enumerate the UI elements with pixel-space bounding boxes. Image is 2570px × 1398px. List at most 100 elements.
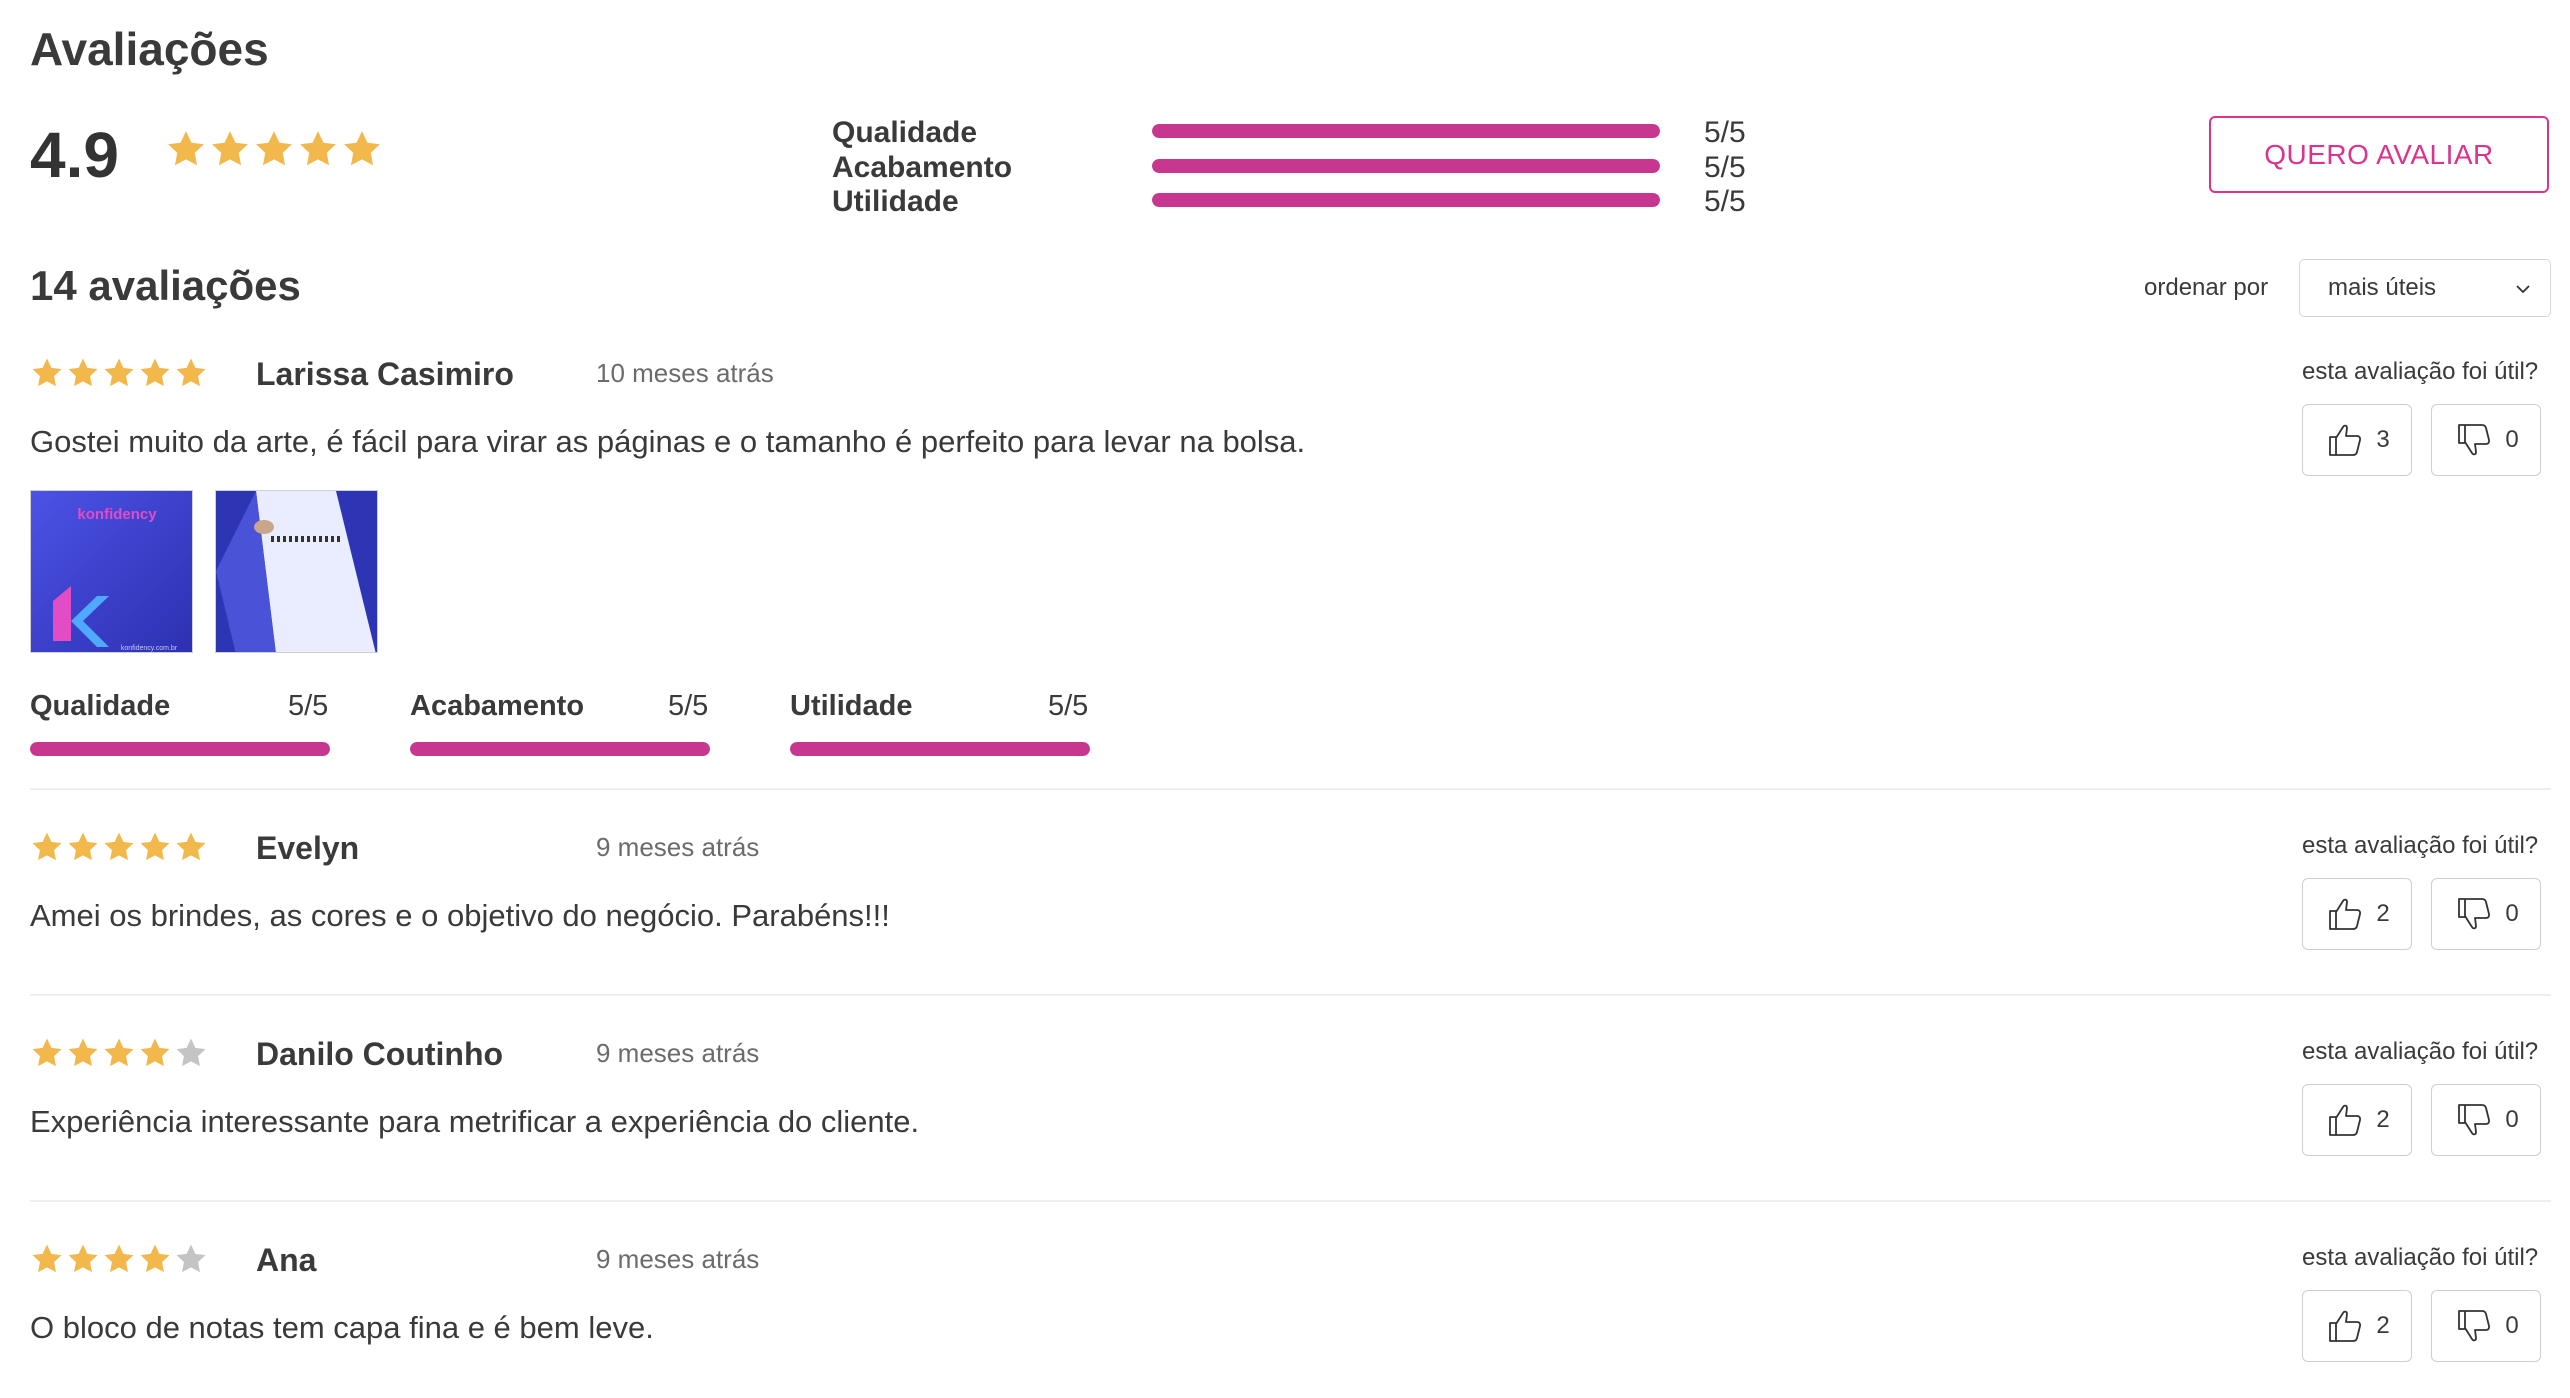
progress-fill xyxy=(1152,193,1660,207)
thumbs-down-icon xyxy=(2458,424,2491,456)
write-review-button[interactable]: QUERO AVALIAR xyxy=(2209,116,2549,193)
review-criteria-bar xyxy=(790,742,1090,756)
thumbs-up-count: 2 xyxy=(2376,1312,2390,1339)
star-filled-icon xyxy=(140,1244,170,1273)
criteria-bar-utilidade xyxy=(1152,193,1660,207)
reviews-count: 14 avaliações xyxy=(30,262,301,309)
helpful-question: esta avaliação foi útil? xyxy=(2302,1244,2539,1271)
review-stars xyxy=(30,1036,208,1070)
review-date: 9 meses atrás xyxy=(596,1244,760,1274)
average-rating: 4.9 xyxy=(30,119,119,191)
review-date: 9 meses atrás xyxy=(596,1038,760,1068)
review-criteria-label: Acabamento xyxy=(410,690,585,722)
thumbs-down-icon xyxy=(2458,1104,2491,1136)
star-filled-icon xyxy=(176,358,206,387)
thumbs-up-button[interactable]: 2 xyxy=(2302,878,2412,950)
review-criteria-score: 5/5 xyxy=(1048,690,1089,722)
review-date: 10 meses atrás xyxy=(596,358,774,388)
criteria-score-utilidade: 5/5 xyxy=(1704,185,1746,218)
reviewer-name: Larissa Casimiro xyxy=(256,356,514,392)
review-stars xyxy=(30,1242,208,1276)
star-empty-icon xyxy=(176,1244,206,1273)
thumbs-down-count: 0 xyxy=(2505,1312,2519,1339)
thumbs-up-icon xyxy=(2329,898,2362,930)
helpful-question: esta avaliação foi útil? xyxy=(2302,1038,2539,1065)
thumbs-up-button[interactable]: 3 xyxy=(2302,404,2412,476)
notebook-open-image xyxy=(216,491,377,652)
criteria-score-qualidade: 5/5 xyxy=(1704,116,1746,149)
reviewer-name: Evelyn xyxy=(256,830,360,866)
star-filled-icon xyxy=(32,1244,62,1273)
review-criteria-bar xyxy=(410,742,710,756)
review-criteria-bar xyxy=(30,742,330,756)
star-filled-icon xyxy=(32,358,62,387)
chevron-down-icon xyxy=(2516,285,2530,294)
notebook-cover-image: konfidency konfidency.com.br xyxy=(31,491,192,652)
review-divider xyxy=(30,1200,2551,1202)
star-filled-icon xyxy=(212,131,248,166)
sort-select[interactable]: mais úteis xyxy=(2299,259,2551,317)
review-photo[interactable] xyxy=(215,490,378,653)
star-filled-icon xyxy=(68,358,98,387)
star-filled-icon xyxy=(104,1038,134,1067)
sort-label: ordenar por xyxy=(2144,274,2269,301)
star-filled-icon xyxy=(140,358,170,387)
page-title: Avaliações xyxy=(30,23,269,75)
star-filled-icon xyxy=(68,1038,98,1067)
progress-fill xyxy=(1152,124,1660,138)
review-text: Amei os brindes, as cores e o objetivo d… xyxy=(30,898,890,933)
review-divider xyxy=(30,994,2551,996)
criteria-bar-acabamento xyxy=(1152,159,1660,173)
star-filled-icon xyxy=(140,832,170,861)
thumbs-up-button[interactable]: 2 xyxy=(2302,1084,2412,1156)
thumbs-up-count: 2 xyxy=(2376,1106,2390,1133)
review-photo[interactable]: konfidency konfidency.com.br xyxy=(30,490,193,653)
thumbs-up-count: 2 xyxy=(2376,900,2390,927)
thumbs-down-count: 0 xyxy=(2505,1106,2519,1133)
sort-select-value: mais úteis xyxy=(2328,274,2437,301)
criteria-label-utilidade: Utilidade xyxy=(832,185,959,218)
thumbs-down-button[interactable]: 0 xyxy=(2431,1290,2541,1362)
criteria-bar-qualidade xyxy=(1152,124,1660,138)
reviewer-name: Ana xyxy=(256,1242,317,1278)
star-empty-icon xyxy=(176,1038,206,1067)
review-criteria-score: 5/5 xyxy=(668,690,709,722)
star-filled-icon xyxy=(104,832,134,861)
star-filled-icon xyxy=(104,1244,134,1273)
thumbs-down-icon xyxy=(2458,1310,2491,1342)
review-stars xyxy=(30,830,208,864)
reviewer-name: Danilo Coutinho xyxy=(256,1036,504,1072)
progress-fill xyxy=(410,742,710,756)
criteria-score-acabamento: 5/5 xyxy=(1704,151,1746,184)
helpful-question: esta avaliação foi útil? xyxy=(2302,832,2539,859)
thumbs-down-button[interactable]: 0 xyxy=(2431,1084,2541,1156)
progress-fill xyxy=(790,742,1090,756)
star-filled-icon xyxy=(68,1244,98,1273)
star-filled-icon xyxy=(32,1038,62,1067)
review-text: O bloco de notas tem capa fina e é bem l… xyxy=(30,1310,654,1345)
criteria-label-qualidade: Qualidade xyxy=(832,116,978,149)
thumbs-down-button[interactable]: 0 xyxy=(2431,878,2541,950)
star-filled-icon xyxy=(32,832,62,861)
review-criteria-label: Utilidade xyxy=(790,690,913,722)
thumbs-up-icon xyxy=(2329,1104,2362,1136)
progress-fill xyxy=(1152,159,1660,173)
review-text: Experiência interessante para metrificar… xyxy=(30,1104,920,1139)
thumbs-down-icon xyxy=(2458,898,2491,930)
thumbs-down-count: 0 xyxy=(2505,900,2519,927)
review-date: 9 meses atrás xyxy=(596,832,760,862)
helpful-question: esta avaliação foi útil? xyxy=(2302,358,2539,385)
star-filled-icon xyxy=(168,131,204,166)
progress-fill xyxy=(30,742,330,756)
thumbs-down-button[interactable]: 0 xyxy=(2431,404,2541,476)
review-divider xyxy=(30,788,2551,790)
review-text: Gostei muito da arte, é fácil para virar… xyxy=(30,424,1306,459)
thumbs-up-icon xyxy=(2329,424,2362,456)
thumbs-down-count: 0 xyxy=(2505,426,2519,453)
star-filled-icon xyxy=(176,832,206,861)
thumbs-up-button[interactable]: 2 xyxy=(2302,1290,2412,1362)
photo-caption: konfidency xyxy=(77,506,157,523)
review-criteria-score: 5/5 xyxy=(288,690,329,722)
star-filled-icon xyxy=(300,131,336,166)
review-criteria-label: Qualidade xyxy=(30,690,171,722)
